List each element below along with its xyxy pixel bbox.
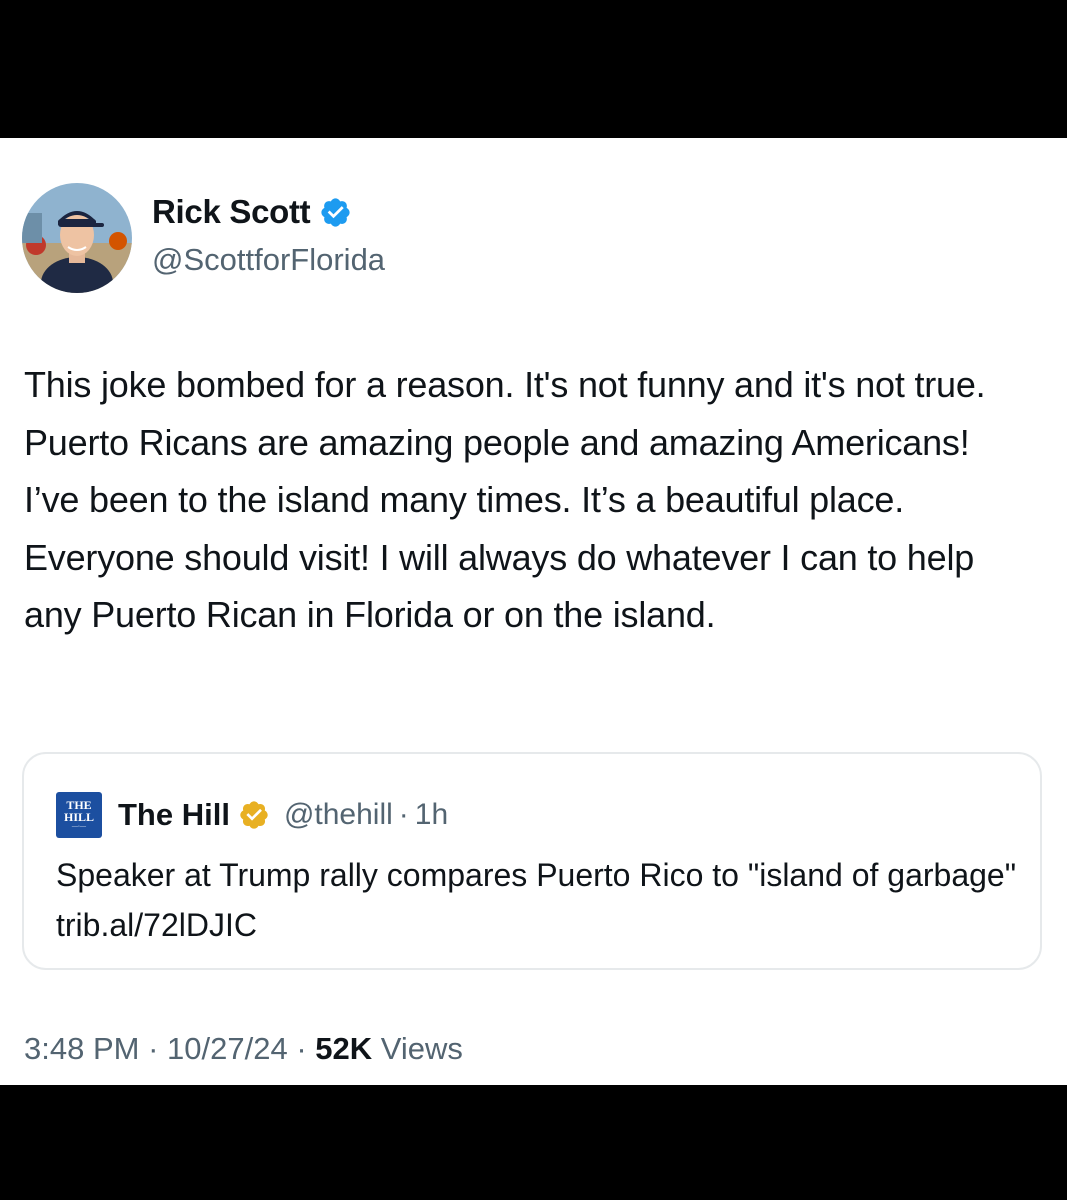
quoted-tweet-header: THE HILL —◦— The Hill @thehill · 1h bbox=[56, 792, 448, 838]
avatar-photo bbox=[22, 183, 132, 293]
author-display-name[interactable]: Rick Scott bbox=[152, 193, 311, 231]
quoted-tweet-card[interactable]: THE HILL —◦— The Hill @thehill · 1h Spea… bbox=[22, 752, 1042, 970]
author-handle[interactable]: @ScottforFlorida bbox=[152, 242, 385, 278]
quoted-tweet-text: Speaker at Trump rally compares Puerto R… bbox=[56, 857, 1017, 943]
tweet-meta: 3:48 PM · 10/27/24 · 52K Views bbox=[24, 1031, 463, 1067]
tweet-date[interactable]: 10/27/24 bbox=[167, 1031, 288, 1066]
quoted-timestamp[interactable]: 1h bbox=[415, 798, 448, 832]
avatar[interactable] bbox=[22, 183, 132, 293]
the-hill-logo-icon: THE HILL —◦— bbox=[56, 792, 102, 838]
author-name-row[interactable]: Rick Scott bbox=[152, 193, 352, 231]
meta-separator: · bbox=[148, 1031, 159, 1066]
verified-badge-icon bbox=[319, 196, 352, 229]
tweet-card: Rick Scott @ScottforFlorida This joke bo… bbox=[0, 138, 1067, 1085]
views-label[interactable]: Views bbox=[381, 1031, 463, 1066]
quoted-separator: · bbox=[398, 798, 409, 831]
views-count[interactable]: 52K bbox=[315, 1031, 372, 1066]
tweet-time[interactable]: 3:48 PM bbox=[24, 1031, 139, 1066]
quoted-author-handle[interactable]: @thehill bbox=[284, 798, 393, 832]
gold-verified-badge-icon bbox=[238, 799, 270, 831]
tweet-text: This joke bombed for a reason. It's not … bbox=[24, 364, 986, 635]
meta-separator: · bbox=[296, 1031, 307, 1066]
quoted-author-name[interactable]: The Hill bbox=[118, 797, 230, 833]
